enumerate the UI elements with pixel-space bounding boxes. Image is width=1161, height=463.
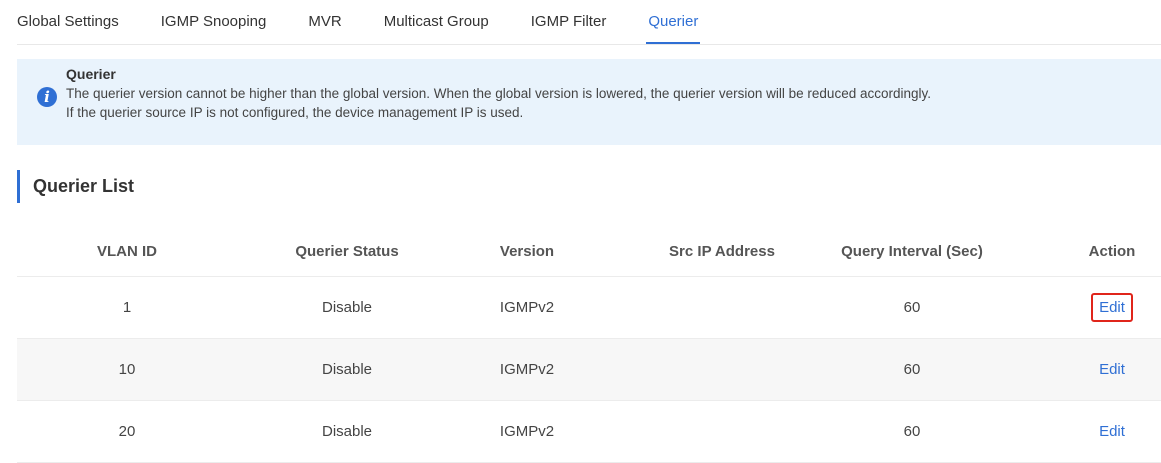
cell-querier-status: Disable	[321, 423, 373, 440]
header-version: Version	[499, 243, 555, 260]
querier-table: VLAN ID Querier Status Version Src IP Ad…	[17, 227, 1161, 463]
table-row: 10 Disable IGMPv2 60 Edit	[17, 339, 1161, 401]
cell-query-interval: 60	[903, 361, 921, 378]
header-querier-status: Querier Status	[295, 243, 399, 260]
cell-vlan-id: 1	[122, 299, 132, 316]
cell-query-interval: 60	[903, 299, 921, 316]
cell-src-ip	[627, 277, 817, 338]
notice-text-line-1: The querier version cannot be higher tha…	[66, 86, 931, 101]
cell-version: IGMPv2	[499, 361, 555, 378]
edit-button[interactable]: Edit	[1091, 355, 1133, 384]
header-vlan-id: VLAN ID	[97, 243, 157, 260]
cell-src-ip	[627, 339, 817, 400]
notice-title: Querier	[66, 66, 116, 82]
section-title: Querier List	[33, 176, 135, 196]
header-action: Action	[1088, 243, 1136, 260]
cell-version: IGMPv2	[499, 423, 555, 440]
cell-src-ip	[627, 401, 817, 462]
info-icon: i	[37, 87, 57, 107]
tab-querier[interactable]: Querier	[646, 0, 701, 44]
cell-vlan-id: 10	[118, 361, 136, 378]
tab-igmp-snooping[interactable]: IGMP Snooping	[161, 0, 267, 30]
cell-vlan-id: 20	[118, 423, 136, 440]
tab-igmp-filter[interactable]: IGMP Filter	[531, 0, 607, 30]
action-cell: Edit	[1067, 339, 1157, 400]
notice-text-line-2: If the querier source IP is not configur…	[66, 105, 524, 120]
action-cell: Edit	[1067, 401, 1157, 462]
info-notice: i Querier The querier version cannot be …	[17, 59, 1161, 145]
edit-button[interactable]: Edit	[1091, 417, 1133, 446]
tab-bar: Global Settings IGMP Snooping MVR Multic…	[17, 0, 1161, 45]
cell-query-interval: 60	[903, 423, 921, 440]
section-accent-bar	[17, 170, 20, 203]
table-row: 1 Disable IGMPv2 60 Edit	[17, 277, 1161, 339]
cell-querier-status: Disable	[321, 299, 373, 316]
cell-version: IGMPv2	[499, 299, 555, 316]
cell-querier-status: Disable	[321, 361, 373, 378]
table-header-row: VLAN ID Querier Status Version Src IP Ad…	[17, 227, 1161, 277]
edit-button[interactable]: Edit	[1091, 293, 1133, 322]
header-src-ip: Src IP Address	[669, 243, 775, 260]
tab-mvr[interactable]: MVR	[308, 0, 341, 30]
tab-multicast-group[interactable]: Multicast Group	[384, 0, 489, 30]
table-row: 20 Disable IGMPv2 60 Edit	[17, 401, 1161, 463]
header-query-interval: Query Interval (Sec)	[841, 243, 983, 260]
tab-global-settings[interactable]: Global Settings	[17, 0, 119, 30]
action-cell: Edit	[1067, 277, 1157, 338]
